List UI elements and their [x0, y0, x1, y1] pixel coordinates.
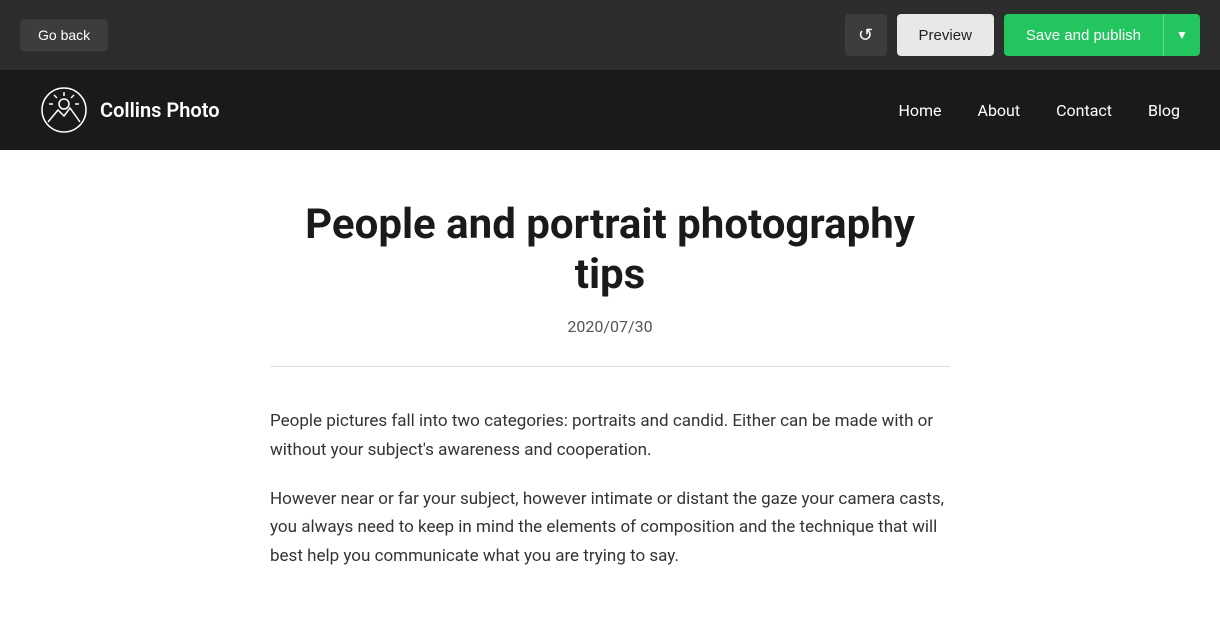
preview-button[interactable]: Preview: [897, 14, 994, 56]
go-back-button[interactable]: Go back: [20, 19, 108, 51]
chevron-down-icon: ▼: [1176, 28, 1188, 42]
article-date: 2020/07/30: [270, 317, 950, 336]
history-button[interactable]: ↺: [845, 14, 887, 56]
nav-item-about[interactable]: About: [978, 101, 1021, 120]
toolbar: Go back ↺ Preview Save and publish ▼: [0, 0, 1220, 70]
main-content: People and portrait photography tips 202…: [0, 150, 1220, 631]
site-logo[interactable]: Collins Photo: [40, 86, 220, 134]
article-paragraph-1: People pictures fall into two categories…: [270, 407, 950, 465]
site-logo-text: Collins Photo: [100, 98, 220, 122]
nav-item-home[interactable]: Home: [898, 101, 941, 120]
toolbar-right: ↺ Preview Save and publish ▼: [845, 14, 1200, 56]
site-menu: Home About Contact Blog: [898, 101, 1180, 120]
save-publish-dropdown-button[interactable]: ▼: [1164, 14, 1200, 56]
logo-icon: [40, 86, 88, 134]
save-publish-wrapper: Save and publish ▼: [1004, 14, 1200, 56]
toolbar-left: Go back: [20, 19, 108, 51]
nav-item-blog[interactable]: Blog: [1148, 101, 1180, 120]
article-body: People pictures fall into two categories…: [270, 407, 950, 571]
article-divider: [270, 366, 950, 367]
article-paragraph-2: However near or far your subject, howeve…: [270, 485, 950, 572]
article-container: People and portrait photography tips 202…: [270, 200, 950, 571]
site-navigation: Collins Photo Home About Contact Blog: [0, 70, 1220, 150]
history-icon: ↺: [858, 25, 873, 46]
nav-item-contact[interactable]: Contact: [1056, 101, 1112, 120]
article-title: People and portrait photography tips: [270, 200, 950, 301]
save-publish-button[interactable]: Save and publish: [1004, 14, 1164, 56]
